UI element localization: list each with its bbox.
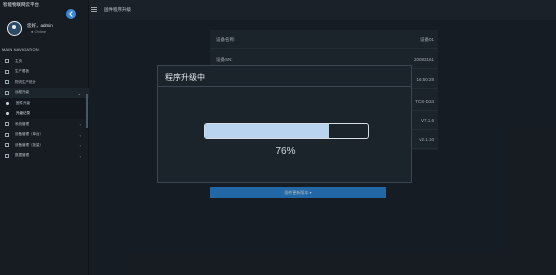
sidebar-item-firmware-upgrade[interactable]: 固件升级: [0, 98, 89, 109]
sidebar-collapse-button[interactable]: [66, 9, 76, 19]
sidebar-item-label: 数据管理: [15, 153, 29, 158]
cloud-icon: [5, 90, 9, 95]
page-title: 固件程序升级: [104, 7, 131, 12]
menu-icon[interactable]: [91, 7, 97, 12]
devices-icon: [5, 143, 9, 148]
sidebar-item-upgrade-log[interactable]: 升级记录: [0, 108, 89, 119]
user-status: ● Online: [31, 29, 47, 34]
progress-fill: [205, 124, 329, 138]
home-icon: [5, 59, 9, 64]
sidebar-item-label: 升级记录: [16, 111, 30, 116]
calendar-icon: [5, 80, 9, 85]
sidebar-item-label: 物流生产统计: [15, 79, 36, 84]
scroll-indicator: [86, 94, 88, 128]
upgrade-progress-dialog: 程序升级中 76%: [157, 65, 412, 183]
dialog-header: 程序升级中: [158, 66, 411, 87]
chevron-left-icon: ‹: [79, 143, 81, 148]
sidebar-item-home[interactable]: 主页: [0, 56, 89, 67]
sidebar-item-data[interactable]: 数据管理 ‹: [0, 151, 89, 162]
sidebar-item-label: 远程升级: [15, 90, 29, 95]
sidebar-item-system[interactable]: 系统管理 ‹: [0, 119, 89, 130]
sidebar-item-label: 设备管理（单台）: [15, 132, 43, 137]
sidebar-item-production-stats[interactable]: 物流生产统计: [0, 77, 89, 88]
sidebar-item-label: 系统管理: [15, 121, 29, 126]
chevron-down-icon: ⌄: [77, 90, 81, 96]
sidebar-item-device-single[interactable]: 设备管理（单台） ‹: [0, 130, 89, 141]
progress-percent: 76%: [275, 146, 296, 157]
dashboard-icon: [5, 69, 9, 74]
brand-title: 智能物联网云平台: [3, 2, 39, 7]
sidebar-item-label: 生产看板: [15, 69, 29, 74]
nav-heading: MAIN NAVIGATION: [2, 47, 39, 52]
sidebar-item-label: 主页: [15, 58, 22, 63]
avatar[interactable]: [7, 21, 22, 36]
sidebar-item-device-batch[interactable]: 设备管理（批量） ‹: [0, 140, 89, 151]
chevron-left-icon: ‹: [79, 132, 81, 138]
top-header: 固件程序升级: [89, 0, 556, 20]
device-icon: [5, 132, 9, 137]
sidebar-item-label: 设备管理（批量）: [15, 142, 43, 147]
gear-icon: [5, 122, 9, 127]
dot-icon: [6, 112, 9, 116]
sidebar: 智能物联网云平台 您好，admin ● Online MAIN NAVIGATI…: [0, 0, 89, 275]
sidebar-item-production-board[interactable]: 生产看板: [0, 67, 89, 78]
sidebar-nav: 主页 生产看板 物流生产统计 远程升级 ⌄ 固件升级 升级记录 系统管理 ‹ 设…: [0, 56, 89, 161]
upgrade-progress-bar: [204, 123, 369, 139]
sidebar-item-label: 固件升级: [16, 100, 30, 105]
chevron-left-icon: ‹: [79, 153, 81, 159]
dot-icon: [6, 101, 9, 105]
sidebar-item-remote-upgrade[interactable]: 远程升级 ⌄: [0, 87, 89, 98]
dialog-title: 程序升级中: [165, 73, 205, 82]
database-icon: [5, 153, 9, 158]
chevron-left-icon: ‹: [79, 122, 81, 127]
